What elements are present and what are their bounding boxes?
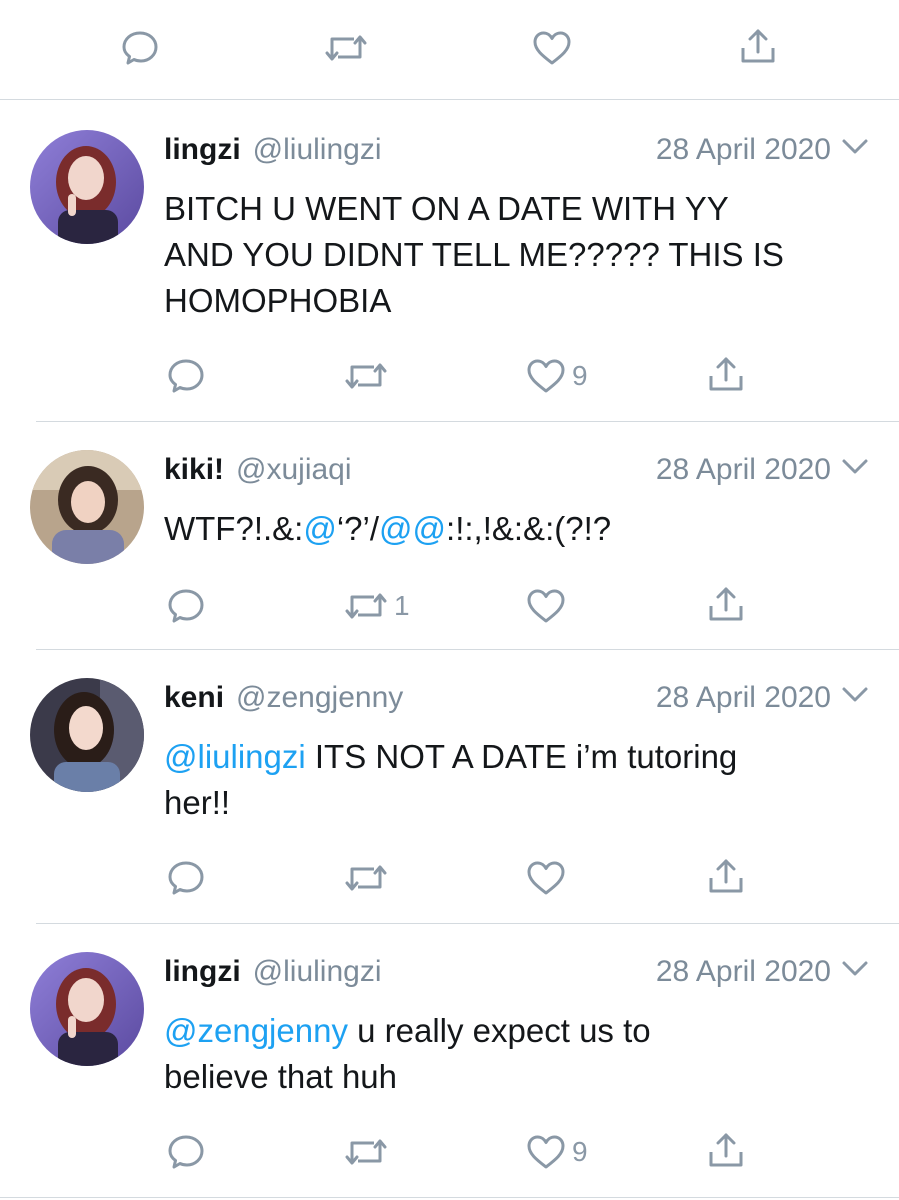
share-icon: [706, 1130, 746, 1170]
tweet-header: lingzi @liulingzi 28 April 2020: [164, 952, 869, 992]
tweet-text-line: believe that huh: [164, 1058, 398, 1095]
tweet-date[interactable]: 28 April 2020: [656, 133, 831, 167]
retweet-button[interactable]: [344, 1132, 394, 1172]
share-icon: [706, 856, 746, 896]
like-icon: [532, 28, 572, 68]
tweet-text-line: HOMOPHOBIA: [164, 282, 392, 319]
like-button[interactable]: 9: [526, 356, 588, 396]
reply-button[interactable]: [166, 1132, 212, 1172]
like-icon: [526, 586, 566, 626]
tweet-text-line: AND YOU DIDNT TELL ME????? THIS IS: [164, 236, 784, 273]
chevron-down-icon[interactable]: [841, 686, 869, 704]
mention-link[interactable]: @@: [379, 510, 446, 547]
reply-icon: [166, 858, 206, 898]
avatar-image: [30, 450, 144, 564]
like-icon: [526, 858, 566, 898]
chevron-down-icon[interactable]: [841, 458, 869, 476]
mention-link[interactable]: @zengjenny: [164, 1012, 348, 1049]
like-icon: [526, 356, 566, 396]
retweet-icon: [324, 28, 368, 68]
share-button[interactable]: [738, 26, 778, 66]
chevron-down-icon[interactable]: [841, 960, 869, 978]
tweet-text-segment: ‘?’/: [336, 510, 380, 547]
share-button[interactable]: [706, 354, 746, 394]
share-button[interactable]: [706, 856, 746, 896]
display-name[interactable]: lingzi: [164, 955, 241, 989]
like-count: 9: [572, 1136, 588, 1167]
tweet-text: BITCH U WENT ON A DATE WITH YY AND YOU D…: [164, 186, 864, 324]
mention-link[interactable]: @liulingzi: [164, 738, 306, 775]
avatar[interactable]: [30, 450, 144, 564]
share-icon: [738, 26, 778, 66]
display-name[interactable]: kiki!: [164, 453, 224, 487]
tweet-date[interactable]: 28 April 2020: [656, 453, 831, 487]
like-button[interactable]: [526, 586, 572, 626]
share-icon: [706, 354, 746, 394]
display-name[interactable]: lingzi: [164, 133, 241, 167]
avatar[interactable]: [30, 952, 144, 1066]
tweet[interactable]: lingzi @liulingzi 28 April 2020 @zengjen…: [0, 924, 899, 1200]
avatar[interactable]: [30, 678, 144, 792]
tweet-text-line: her!!: [164, 784, 231, 821]
avatar-image: [30, 952, 144, 1066]
retweet-button[interactable]: 1: [344, 586, 410, 626]
reply-icon: [166, 586, 206, 626]
retweet-button[interactable]: [344, 356, 394, 396]
tweet-header: lingzi @liulingzi 28 April 2020: [164, 130, 869, 170]
like-button[interactable]: [532, 28, 578, 68]
tweet[interactable]: lingzi @liulingzi 28 April 2020 BITCH U …: [0, 100, 899, 422]
reply-button[interactable]: [166, 356, 212, 396]
reply-icon: [166, 356, 206, 396]
retweet-icon: [344, 1132, 388, 1172]
share-icon: [706, 584, 746, 624]
divider: [0, 1197, 899, 1198]
user-handle[interactable]: @liulingzi: [253, 133, 382, 167]
tweet-header: keni @zengjenny 28 April 2020: [164, 678, 869, 718]
reply-icon: [120, 28, 160, 68]
reply-button[interactable]: [166, 586, 212, 626]
reply-icon: [166, 1132, 206, 1172]
tweet-text: @zengjenny u really expect us to believe…: [164, 1008, 864, 1100]
retweet-icon: [344, 586, 388, 626]
tweet-text: @liulingzi ITS NOT A DATE i’m tutoring h…: [164, 734, 864, 826]
user-handle[interactable]: @xujiaqi: [236, 453, 352, 487]
retweet-icon: [344, 858, 388, 898]
avatar-image: [30, 130, 144, 244]
like-button[interactable]: 9: [526, 1132, 588, 1172]
tweet-text-line: BITCH U WENT ON A DATE WITH YY: [164, 190, 729, 227]
like-icon: [526, 1132, 566, 1172]
retweet-button[interactable]: [324, 28, 374, 68]
user-handle[interactable]: @liulingzi: [253, 955, 382, 989]
top-action-bar: [0, 0, 899, 100]
tweet-date[interactable]: 28 April 2020: [656, 681, 831, 715]
tweet-text: WTF?!.&:@‘?’/@@:!:,!&:&:(?!?: [164, 506, 864, 552]
chevron-down-icon[interactable]: [841, 138, 869, 156]
retweet-count: 1: [394, 590, 410, 621]
tweet-text-segment: u really expect us to: [347, 1012, 651, 1049]
retweet-button[interactable]: [344, 858, 394, 898]
share-button[interactable]: [706, 584, 746, 624]
like-count: 9: [572, 360, 588, 391]
tweet[interactable]: kiki! @xujiaqi 28 April 2020 WTF?!.&:@‘?…: [0, 422, 899, 650]
reply-button[interactable]: [166, 858, 212, 898]
retweet-icon: [344, 356, 388, 396]
mention-link[interactable]: @: [303, 510, 337, 547]
tweet-text-segment: WTF?!.&:: [164, 510, 304, 547]
avatar[interactable]: [30, 130, 144, 244]
reply-button[interactable]: [120, 28, 166, 68]
like-button[interactable]: [526, 858, 572, 898]
share-button[interactable]: [706, 1130, 746, 1170]
display-name[interactable]: keni: [164, 681, 224, 715]
avatar-image: [30, 678, 144, 792]
tweet-header: kiki! @xujiaqi 28 April 2020: [164, 450, 869, 490]
tweet-text-segment: :!:,!&:&:(?!?: [446, 510, 612, 547]
tweet[interactable]: keni @zengjenny 28 April 2020 @liulingzi…: [0, 650, 899, 924]
tweet-text-segment: ITS NOT A DATE i’m tutoring: [305, 738, 738, 775]
tweet-date[interactable]: 28 April 2020: [656, 955, 831, 989]
user-handle[interactable]: @zengjenny: [236, 681, 403, 715]
